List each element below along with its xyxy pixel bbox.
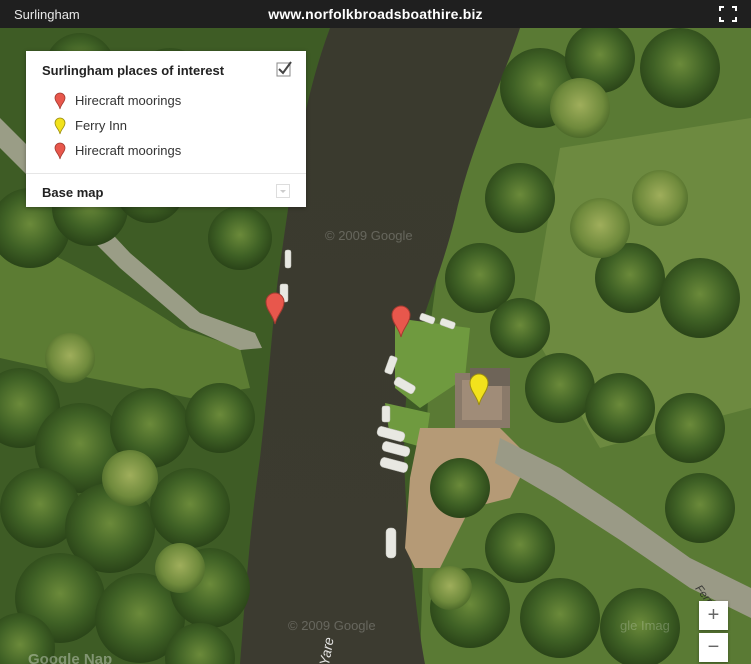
copyright-watermark: © 2009 Google (288, 618, 376, 633)
zoom-in-button[interactable]: + (699, 601, 728, 630)
layer-checkbox[interactable] (276, 61, 292, 77)
map-marker-hirecraft-moorings[interactable] (264, 291, 286, 325)
map-header: Surlingham www.norfolkbroadsboathire.biz (0, 0, 751, 28)
chevron-down-icon[interactable] (276, 184, 290, 198)
map-marker-hirecraft-moorings[interactable] (390, 304, 412, 338)
map-marker-ferry-inn[interactable] (468, 372, 490, 406)
red-pin-icon (54, 92, 66, 109)
legend-item-label: Hirecraft moorings (75, 93, 182, 108)
legend-panel: Surlingham places of interest Hirecraft … (26, 51, 306, 207)
copyright-watermark: © 2009 Google (325, 228, 413, 243)
copyright-watermark: gle Imag (620, 618, 670, 633)
divider (26, 173, 306, 174)
legend-item[interactable]: Hirecraft moorings (54, 138, 181, 163)
site-name: www.norfolkbroadsboathire.biz (268, 6, 483, 22)
legend-item[interactable]: Ferry Inn (54, 113, 181, 138)
legend-item-label: Hirecraft moorings (75, 143, 182, 158)
red-pin-icon (54, 142, 66, 159)
legend-item[interactable]: Hirecraft moorings (54, 88, 181, 113)
base-map-toggle[interactable]: Base map (42, 185, 103, 200)
legend-title: Surlingham places of interest (42, 63, 225, 78)
legend-item-label: Ferry Inn (75, 118, 128, 133)
google-attribution: Google Nap (28, 651, 113, 664)
fullscreen-icon[interactable] (719, 6, 737, 22)
legend-list: Hirecraft moorings Ferry Inn Hirecraft m… (54, 88, 181, 163)
yellow-pin-icon (54, 117, 66, 134)
zoom-out-button[interactable]: − (699, 633, 728, 662)
